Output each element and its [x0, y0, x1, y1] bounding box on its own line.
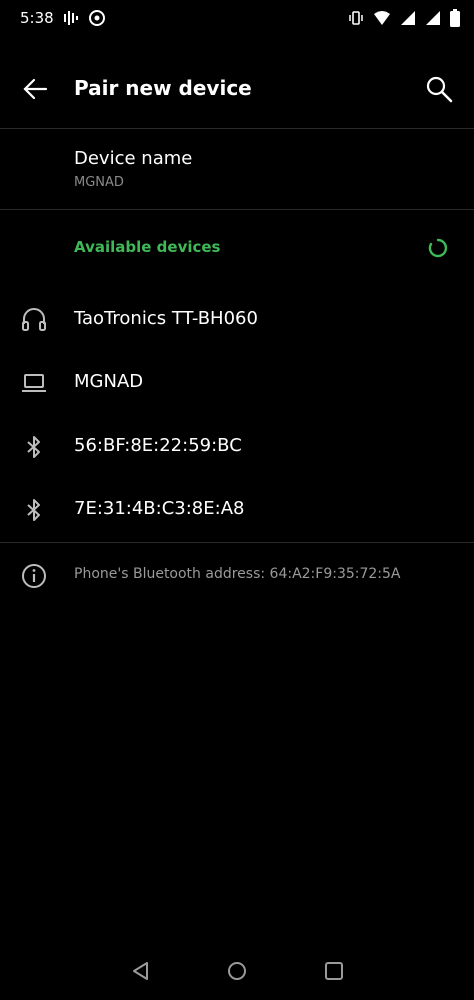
- divider: [0, 542, 474, 543]
- app-bar: Pair new device: [0, 60, 474, 120]
- signal-roaming-icon: [426, 11, 440, 25]
- device-name-value: MGNAD: [74, 175, 124, 190]
- back-arrow-icon[interactable]: [22, 76, 48, 102]
- vibrate-icon: [349, 11, 363, 25]
- device-name-label: 56:BF:8E:22:59:BC: [74, 435, 242, 456]
- device-item-7e31[interactable]: 7E:31:4B:C3:8E:A8: [0, 480, 474, 540]
- laptop-icon: [22, 374, 46, 392]
- wifi-icon: [374, 11, 390, 25]
- status-bar: 5:38: [0, 0, 474, 36]
- device-name-label: 7E:31:4B:C3:8E:A8: [74, 498, 245, 519]
- device-name-title: Device name: [74, 148, 193, 169]
- loading-spinner-icon: [428, 238, 448, 258]
- notification-icon: [64, 11, 78, 25]
- divider: [0, 209, 474, 210]
- device-name-row[interactable]: Device name MGNAD: [0, 130, 474, 208]
- device-name-label: TaoTronics TT-BH060: [74, 308, 258, 329]
- battery-icon: [450, 9, 460, 27]
- device-name-label: MGNAD: [74, 371, 144, 392]
- status-time: 5:38: [20, 9, 54, 27]
- navigation-bar: [0, 940, 474, 1000]
- device-item-mgnad[interactable]: MGNAD: [0, 353, 474, 413]
- search-icon[interactable]: [424, 74, 454, 104]
- nav-back-icon[interactable]: [130, 960, 152, 982]
- device-item-56bf[interactable]: 56:BF:8E:22:59:BC: [0, 417, 474, 477]
- signal-icon: [401, 11, 415, 25]
- nav-home-icon[interactable]: [226, 960, 248, 982]
- divider: [0, 128, 474, 129]
- bluetooth-icon: [27, 499, 40, 521]
- available-devices-header: Available devices: [74, 238, 221, 256]
- page-title: Pair new device: [74, 76, 252, 100]
- headphones-icon: [22, 308, 46, 331]
- bluetooth-address-info: Phone's Bluetooth address: 64:A2:F9:35:7…: [0, 556, 474, 596]
- vpn-icon: [89, 10, 105, 26]
- bluetooth-address-text: Phone's Bluetooth address: 64:A2:F9:35:7…: [74, 566, 401, 582]
- bluetooth-icon: [27, 436, 40, 458]
- info-icon: [22, 564, 46, 588]
- device-item-taotronics[interactable]: TaoTronics TT-BH060: [0, 290, 474, 350]
- nav-recents-icon[interactable]: [323, 960, 345, 982]
